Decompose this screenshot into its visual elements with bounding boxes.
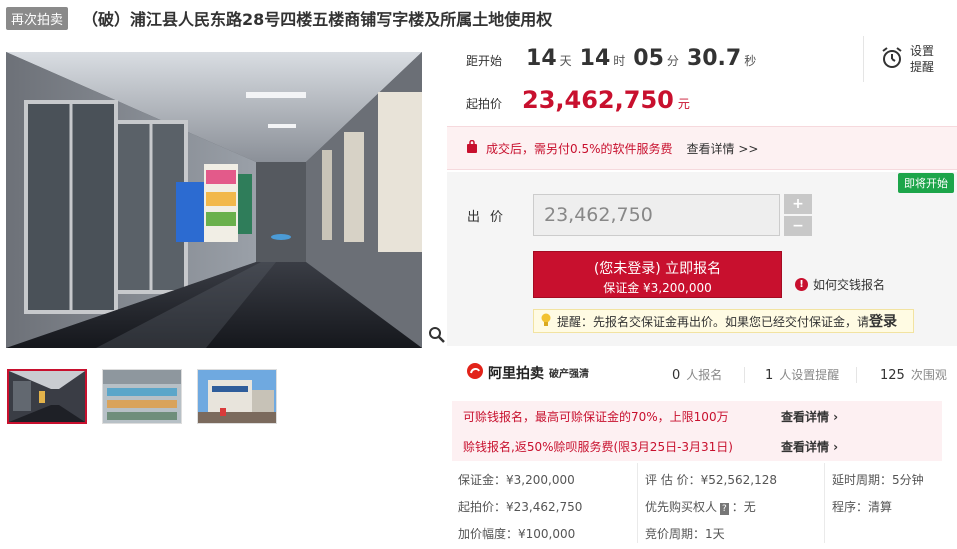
countdown-hours: 14: [579, 46, 611, 71]
promo-cashback-text: 赊钱报名,返50%赊呗服务费(限3月25日-3月31日): [463, 439, 733, 454]
title-bar: 再次拍卖 （破）浦江县人民东路28号四楼五楼商铺写字楼及所属土地使用权: [6, 6, 552, 30]
countdown-days-unit: 天: [559, 54, 572, 68]
stat-registered-count: 0: [672, 368, 681, 383]
help-icon[interactable]: ?: [720, 503, 729, 515]
decrease-bid-button[interactable]: −: [784, 216, 812, 236]
countdown-label: 距开始: [466, 54, 503, 68]
stat-reminders-label: 人设置提醒: [779, 368, 840, 382]
thumbnail-2[interactable]: [102, 369, 182, 424]
spec-priority: 优先购买权人? ：无: [645, 498, 756, 515]
brand-subtitle: 破产强清: [549, 369, 589, 380]
how-to-register-text: 如何交钱报名: [813, 278, 886, 292]
countdown-seconds: 30.7: [686, 46, 742, 71]
stat-divider: [744, 367, 745, 383]
stat-reminders: 1 人设置提醒: [765, 366, 839, 383]
start-price-label: 起拍价: [466, 97, 503, 111]
set-reminder-label: 设置提醒: [910, 44, 935, 74]
spec-deposit: 保证金：¥3,200,000: [458, 471, 575, 488]
spec-delay: 延时周期：5分钟: [832, 471, 924, 488]
spec-deposit-value: ¥3,200,000: [506, 473, 575, 487]
stat-reminders-count: 1: [765, 368, 774, 383]
countdown-days: 14: [526, 46, 557, 71]
spec-increment-value: ¥100,000: [518, 527, 576, 541]
spec-cycle-value: 1天: [705, 527, 725, 541]
zoom-icon[interactable]: [428, 326, 446, 344]
stat-views: 125 次围观: [880, 366, 947, 383]
alarm-clock-icon: [880, 46, 904, 73]
promo-cashback: 赊钱报名,返50%赊呗服务费(限3月25日-3月31日) 查看详情 ›: [452, 431, 942, 461]
spec-start-price: 起拍价：¥23,462,750: [458, 498, 582, 515]
lightbulb-icon: [540, 313, 552, 330]
spec-appraisal-value: ¥52,562,128: [700, 473, 777, 487]
register-now-label: (您未登录) 立即报名: [593, 261, 722, 277]
register-now-button[interactable]: (您未登录) 立即报名 保证金 ¥3,200,000: [533, 251, 782, 298]
register-deposit-label: 保证金 ¥3,200,000: [603, 281, 712, 295]
spec-priority-value: ：无: [731, 500, 756, 514]
promo-credit-register: 可赊钱报名，最高可赊保证金的70%，上限100万 查看详情 ›: [452, 401, 942, 431]
bid-label: 出价: [467, 210, 514, 225]
spec-deposit-label: 保证金：: [458, 473, 507, 487]
auction-type-badge: 再次拍卖: [6, 6, 69, 30]
info-icon: !: [795, 278, 808, 291]
spec-start-label: 起拍价：: [458, 500, 507, 514]
bid-stepper: + −: [784, 194, 812, 238]
spec-appraisal: 评 估 价：¥52,562,128: [645, 471, 777, 488]
main-photo[interactable]: [6, 52, 422, 348]
start-price-unit: 元: [677, 97, 690, 111]
spec-divider: [637, 463, 638, 543]
stat-divider: [856, 367, 857, 383]
thumbnail-3[interactable]: [197, 369, 277, 424]
service-fee-details-link[interactable]: 查看详情 >>: [687, 140, 759, 157]
page-title: （破）浦江县人民东路28号四楼五楼商铺写字楼及所属土地使用权: [82, 10, 553, 29]
spec-delay-value: 5分钟: [892, 473, 924, 487]
promo-cashback-link[interactable]: 查看详情 ›: [781, 438, 838, 455]
bid-amount-input[interactable]: 23,462,750: [533, 194, 780, 236]
countdown-minutes-unit: 分: [666, 54, 679, 68]
promo-credit-link[interactable]: 查看详情 ›: [781, 408, 838, 425]
brand-name: 阿里拍卖: [488, 365, 544, 382]
thumbnail-strip: [7, 369, 277, 424]
spec-priority-label: 优先购买权人: [645, 500, 718, 514]
spec-delay-label: 延时周期：: [832, 473, 893, 487]
increase-bid-button[interactable]: +: [784, 194, 812, 214]
stat-registered-label: 人报名: [686, 368, 723, 382]
ali-auction-logo-icon: [466, 362, 484, 383]
spec-increment-label: 加价幅度：: [458, 527, 519, 541]
login-tip: 提醒：先报名交保证金再出价。如果您已经交付保证金，请 登录: [533, 309, 914, 333]
spec-divider: [824, 463, 825, 543]
set-reminder-button[interactable]: 设置提醒: [863, 36, 957, 82]
spec-procedure-label: 程序：: [832, 500, 869, 514]
start-price-row: 起拍价 23,462,750 元: [466, 86, 690, 114]
login-link[interactable]: 登录: [869, 311, 897, 331]
spec-cycle: 竞价周期：1天: [645, 525, 725, 542]
stat-views-count: 125: [880, 368, 905, 383]
service-fee-notice: 成交后，需另付0.5%的软件服务费 查看详情 >>: [447, 126, 957, 170]
ali-auction-brand: 阿里拍卖 破产强清: [466, 362, 589, 383]
countdown: 距开始 14 天 14 时 05 分 30.7 秒: [466, 46, 764, 71]
stat-registered: 0 人报名: [672, 366, 722, 383]
spec-start-value: ¥23,462,750: [506, 500, 583, 514]
promo-credit-text: 可赊钱报名，最高可赊保证金的70%，上限100万: [463, 409, 729, 424]
spec-appraisal-label: 评 估 价：: [645, 473, 701, 487]
service-fee-text: 成交后，需另付0.5%的软件服务费: [486, 141, 673, 156]
corridor-photo: [6, 52, 422, 348]
stat-views-label: 次围观: [910, 368, 947, 382]
start-price-value: 23,462,750: [522, 86, 674, 114]
countdown-minutes: 05: [633, 46, 664, 71]
spec-cycle-label: 竞价周期：: [645, 527, 706, 541]
bid-panel: 即将开始 出价 23,462,750 + − (您未登录) 立即报名 保证金 ¥…: [447, 172, 957, 346]
how-to-register-link[interactable]: ! 如何交钱报名: [795, 276, 885, 293]
bag-icon: [466, 139, 478, 156]
countdown-seconds-unit: 秒: [744, 54, 757, 68]
thumbnail-1[interactable]: [7, 369, 87, 424]
spec-increment: 加价幅度：¥100,000: [458, 525, 575, 542]
spec-procedure: 程序：清算: [832, 498, 892, 515]
spec-procedure-value: 清算: [868, 500, 893, 514]
login-tip-text: 提醒：先报名交保证金再出价。如果您已经交付保证金，请: [557, 314, 870, 329]
upcoming-badge: 即将开始: [898, 173, 954, 193]
countdown-hours-unit: 时: [613, 54, 626, 68]
